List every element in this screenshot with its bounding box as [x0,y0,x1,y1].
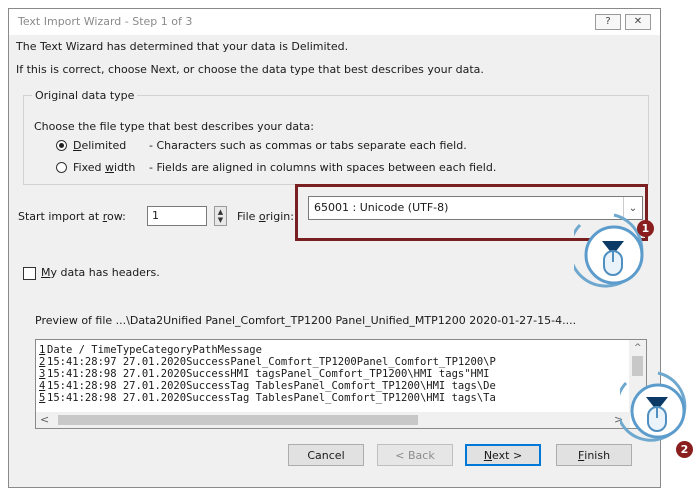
cancel-button[interactable]: Cancel [288,444,364,466]
intro-line-2: If this is correct, choose Next, or choo… [16,63,484,76]
delimited-description: - Characters such as commas or tabs sepa… [149,139,467,152]
headers-checkbox[interactable] [23,267,36,280]
fixed-width-label[interactable]: Fixed width [73,161,135,174]
preview-row: 2 15:41:28:97 27.01.2020SuccessPanel_Comf… [39,356,496,368]
preview-caption: Preview of file ...\Data2Unified Panel_C… [35,314,577,327]
start-import-label: Start import at row: [18,210,126,223]
file-origin-label: File origin: [237,210,294,223]
title-bar: Text Import Wizard - Step 1 of 3 ? ✕ [9,9,660,35]
scroll-up-icon[interactable]: ^ [634,343,642,353]
preview-row: 3 15:41:28:98 27.01.2020SuccessHMI tagsPa… [39,368,490,380]
start-row-input[interactable]: 1 [147,206,207,226]
spin-up-icon[interactable]: ▲ [218,208,223,216]
preview-row: 5 15:41:28:98 27.01.2020SuccessTag Tables… [39,392,496,404]
preview-row: 4 15:41:28:98 27.01.2020SuccessTag Tables… [39,380,496,392]
close-icon: ✕ [633,16,643,27]
start-row-spinner[interactable]: ▲ ▼ [214,206,227,226]
preview-pane[interactable]: 1 Date / TimeTypeCategoryPathMessage 2 15:… [35,339,647,429]
close-button[interactable]: ✕ [625,14,651,30]
headers-label[interactable]: My data has headers. [41,266,160,279]
back-button[interactable]: < Back [377,444,453,466]
delimited-label[interactable]: Delimited [73,139,126,152]
fixed-width-radio[interactable] [56,162,67,173]
preview-horizontal-scrollbar[interactable]: < > [36,412,630,428]
file-type-prompt: Choose the file type that best describes… [34,120,314,133]
intro-line-1: The Text Wizard has determined that your… [16,40,349,53]
spin-down-icon[interactable]: ▼ [218,216,223,224]
mouse-cursor-marker-2 [615,369,692,452]
help-icon: ? [605,16,611,27]
horizontal-scroll-thumb[interactable] [58,415,418,425]
fixed-width-description: - Fields are aligned in columns with spa… [149,161,497,174]
step-badge-1: 1 [637,220,654,237]
next-button[interactable]: Next > [465,444,541,466]
file-origin-value: 65001 : Unicode (UTF-8) [314,201,449,214]
dialog-title: Text Import Wizard - Step 1 of 3 [18,15,193,28]
delimited-radio[interactable] [56,140,67,151]
group-legend: Original data type [35,89,135,102]
preview-row: 1 Date / TimeTypeCategoryPathMessage [39,344,262,356]
text-import-wizard-dialog: Text Import Wizard - Step 1 of 3 ? ✕ The… [8,8,661,488]
scroll-left-icon[interactable]: < [40,413,49,426]
help-button[interactable]: ? [595,14,621,30]
step-badge-2: 2 [676,441,693,458]
